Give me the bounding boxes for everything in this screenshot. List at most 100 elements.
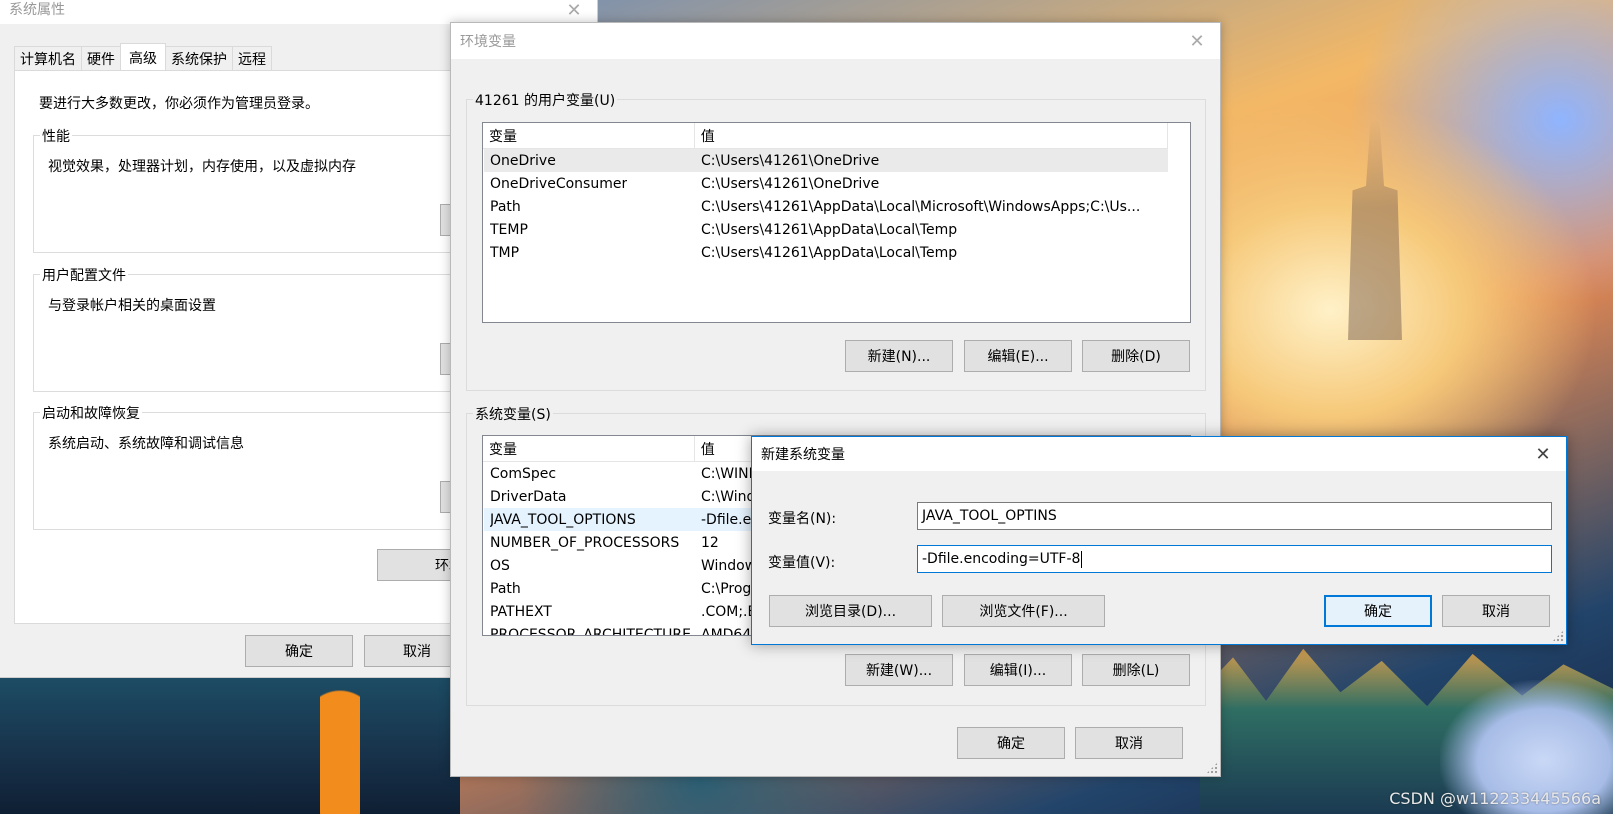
var-name: Path — [490, 198, 521, 215]
newvar-close-button[interactable]: ✕ — [1520, 437, 1566, 471]
newvar-title: 新建系统变量 — [761, 447, 845, 463]
wallpaper-orange-plant — [320, 690, 360, 814]
sysprop-ok-label: 确定 — [285, 644, 313, 660]
var-value: C:\Prog — [701, 580, 752, 597]
tab-computer-name[interactable]: 计算机名 — [14, 46, 82, 71]
tab-remote[interactable]: 远程 — [232, 46, 272, 71]
var-name: DriverData — [490, 488, 567, 505]
environment-variables-window: 环境变量 ✕ 41261 的用户变量(U) 变量 值 OneDrive C:\U… — [450, 22, 1221, 777]
user-col-value[interactable]: 值 — [695, 123, 1168, 149]
envvars-close-button[interactable]: ✕ — [1174, 23, 1220, 59]
profiles-legend: 用户配置文件 — [40, 265, 128, 285]
user-new-label: 新建(N)... — [867, 349, 931, 365]
browse-file-button[interactable]: 浏览文件(F)... — [942, 595, 1105, 627]
sysprop-title: 系统属性 — [9, 2, 65, 18]
system-col-variable[interactable]: 变量 — [483, 436, 695, 462]
sysprop-titlebar[interactable]: 系统属性 ✕ — [0, 0, 597, 24]
var-value: .COM;.E — [701, 603, 757, 620]
table-row[interactable]: OneDrive C:\Users\41261\OneDrive — [484, 149, 1168, 172]
var-name: OneDriveConsumer — [490, 175, 628, 192]
tab-hardware[interactable]: 硬件 — [81, 46, 121, 71]
system-new-button[interactable]: 新建(W)... — [845, 654, 953, 686]
user-edit-label: 编辑(E)... — [987, 349, 1049, 365]
variable-value-input[interactable]: -Dfile.encoding=UTF-8 — [917, 545, 1552, 573]
tab-system-protection[interactable]: 系统保护 — [165, 46, 233, 71]
table-row[interactable]: TEMP C:\Users\41261\AppData\Local\Temp — [484, 218, 1168, 241]
newvar-titlebar[interactable]: 新建系统变量 ✕ — [752, 437, 1566, 471]
var-name: ComSpec — [490, 465, 557, 482]
user-edit-button[interactable]: 编辑(E)... — [964, 340, 1072, 372]
startup-legend: 启动和故障恢复 — [40, 403, 142, 423]
system-delete-button[interactable]: 删除(L) — [1082, 654, 1190, 686]
user-variables-list[interactable]: 变量 值 OneDrive C:\Users\41261\OneDrive On… — [482, 122, 1191, 323]
system-delete-label: 删除(L) — [1112, 663, 1160, 679]
text-caret — [1081, 550, 1083, 568]
variable-value-value: -Dfile.encoding=UTF-8 — [922, 551, 1081, 567]
user-list-header: 变量 值 — [483, 123, 1168, 149]
system-variables-legend: 系统变量(S) — [473, 404, 553, 424]
system-edit-label: 编辑(I)... — [989, 663, 1047, 679]
var-name: PROCESSOR_ARCHITECTURE — [490, 626, 691, 636]
performance-legend: 性能 — [40, 126, 72, 146]
var-value: C:\Wind — [701, 488, 756, 505]
sysprop-tabs: 计算机名 硬件 高级 系统保护 远程 — [14, 43, 272, 71]
var-value: -Dfile.er — [701, 511, 757, 528]
envvars-ok-label: 确定 — [997, 736, 1025, 752]
user-col-variable[interactable]: 变量 — [483, 123, 695, 149]
table-row[interactable]: Path C:\Users\41261\AppData\Local\Micros… — [484, 195, 1168, 218]
system-new-label: 新建(W)... — [865, 663, 933, 679]
newvar-ok-label: 确定 — [1364, 604, 1392, 620]
csdn-watermark: CSDN @w112233445566a — [1389, 789, 1601, 808]
new-system-variable-dialog: 新建系统变量 ✕ 变量名(N): JAVA_TOOL_OPTINS 变量值(V)… — [751, 436, 1567, 645]
var-value: C:\Users\41261\AppData\Local\Temp — [701, 244, 958, 261]
envvars-cancel-label: 取消 — [1115, 736, 1143, 752]
envvars-title: 环境变量 — [460, 34, 516, 50]
newvar-resize-grip-icon[interactable] — [1552, 630, 1564, 642]
var-value: C:\Users\41261\OneDrive — [701, 152, 880, 169]
var-value: Window — [701, 557, 757, 574]
var-name: Path — [490, 580, 521, 597]
wallpaper-lake — [0, 670, 460, 814]
envvars-cancel-button[interactable]: 取消 — [1075, 727, 1183, 759]
var-value: C:\Users\41261\AppData\Local\Microsoft\W… — [701, 198, 1141, 215]
performance-desc: 视觉效果，处理器计划，内存使用，以及虚拟内存 — [48, 159, 356, 175]
browse-file-label: 浏览文件(F)... — [979, 604, 1068, 620]
newvar-ok-button[interactable]: 确定 — [1324, 595, 1432, 627]
var-name: OneDrive — [490, 152, 556, 169]
profiles-desc: 与登录帐户相关的桌面设置 — [48, 298, 216, 314]
newvar-cancel-label: 取消 — [1482, 604, 1510, 620]
table-row[interactable]: OneDriveConsumer C:\Users\41261\OneDrive — [484, 172, 1168, 195]
tab-advanced[interactable]: 高级 — [120, 43, 166, 71]
user-variables-legend: 41261 的用户变量(U) — [473, 90, 618, 110]
sysprop-cancel-button[interactable]: 取消 — [364, 635, 454, 667]
variable-name-value: JAVA_TOOL_OPTINS — [922, 508, 1057, 524]
sysprop-ok-button[interactable]: 确定 — [245, 635, 353, 667]
admin-note: 要进行大多数更改，你必须作为管理员登录。 — [39, 96, 319, 112]
envvars-resize-grip-icon[interactable] — [1206, 762, 1218, 774]
var-name: TEMP — [490, 221, 528, 238]
var-value: AMD64 — [701, 626, 752, 636]
newvar-cancel-button[interactable]: 取消 — [1442, 595, 1550, 627]
envvars-titlebar[interactable]: 环境变量 ✕ — [451, 23, 1220, 59]
envvars-ok-button[interactable]: 确定 — [957, 727, 1065, 759]
var-name: NUMBER_OF_PROCESSORS — [490, 534, 680, 551]
var-value: C:\WINI — [701, 465, 753, 482]
variable-name-input[interactable]: JAVA_TOOL_OPTINS — [917, 502, 1552, 530]
user-delete-button[interactable]: 删除(D) — [1082, 340, 1190, 372]
system-edit-button[interactable]: 编辑(I)... — [964, 654, 1072, 686]
variable-name-label: 变量名(N): — [768, 511, 837, 527]
var-value: 12 — [701, 534, 719, 551]
var-name: PATHEXT — [490, 603, 552, 620]
var-value: C:\Users\41261\OneDrive — [701, 175, 880, 192]
var-name: OS — [490, 557, 510, 574]
var-value: C:\Users\41261\AppData\Local\Temp — [701, 221, 958, 238]
user-new-button[interactable]: 新建(N)... — [845, 340, 953, 372]
var-name: JAVA_TOOL_OPTIONS — [490, 511, 636, 528]
table-row[interactable]: TMP C:\Users\41261\AppData\Local\Temp — [484, 241, 1168, 264]
variable-value-label: 变量值(V): — [768, 555, 836, 571]
startup-desc: 系统启动、系统故障和调试信息 — [48, 436, 244, 452]
browse-directory-label: 浏览目录(D)... — [804, 604, 897, 620]
var-name: TMP — [490, 244, 520, 261]
sysprop-cancel-label: 取消 — [403, 644, 431, 660]
browse-directory-button[interactable]: 浏览目录(D)... — [769, 595, 932, 627]
